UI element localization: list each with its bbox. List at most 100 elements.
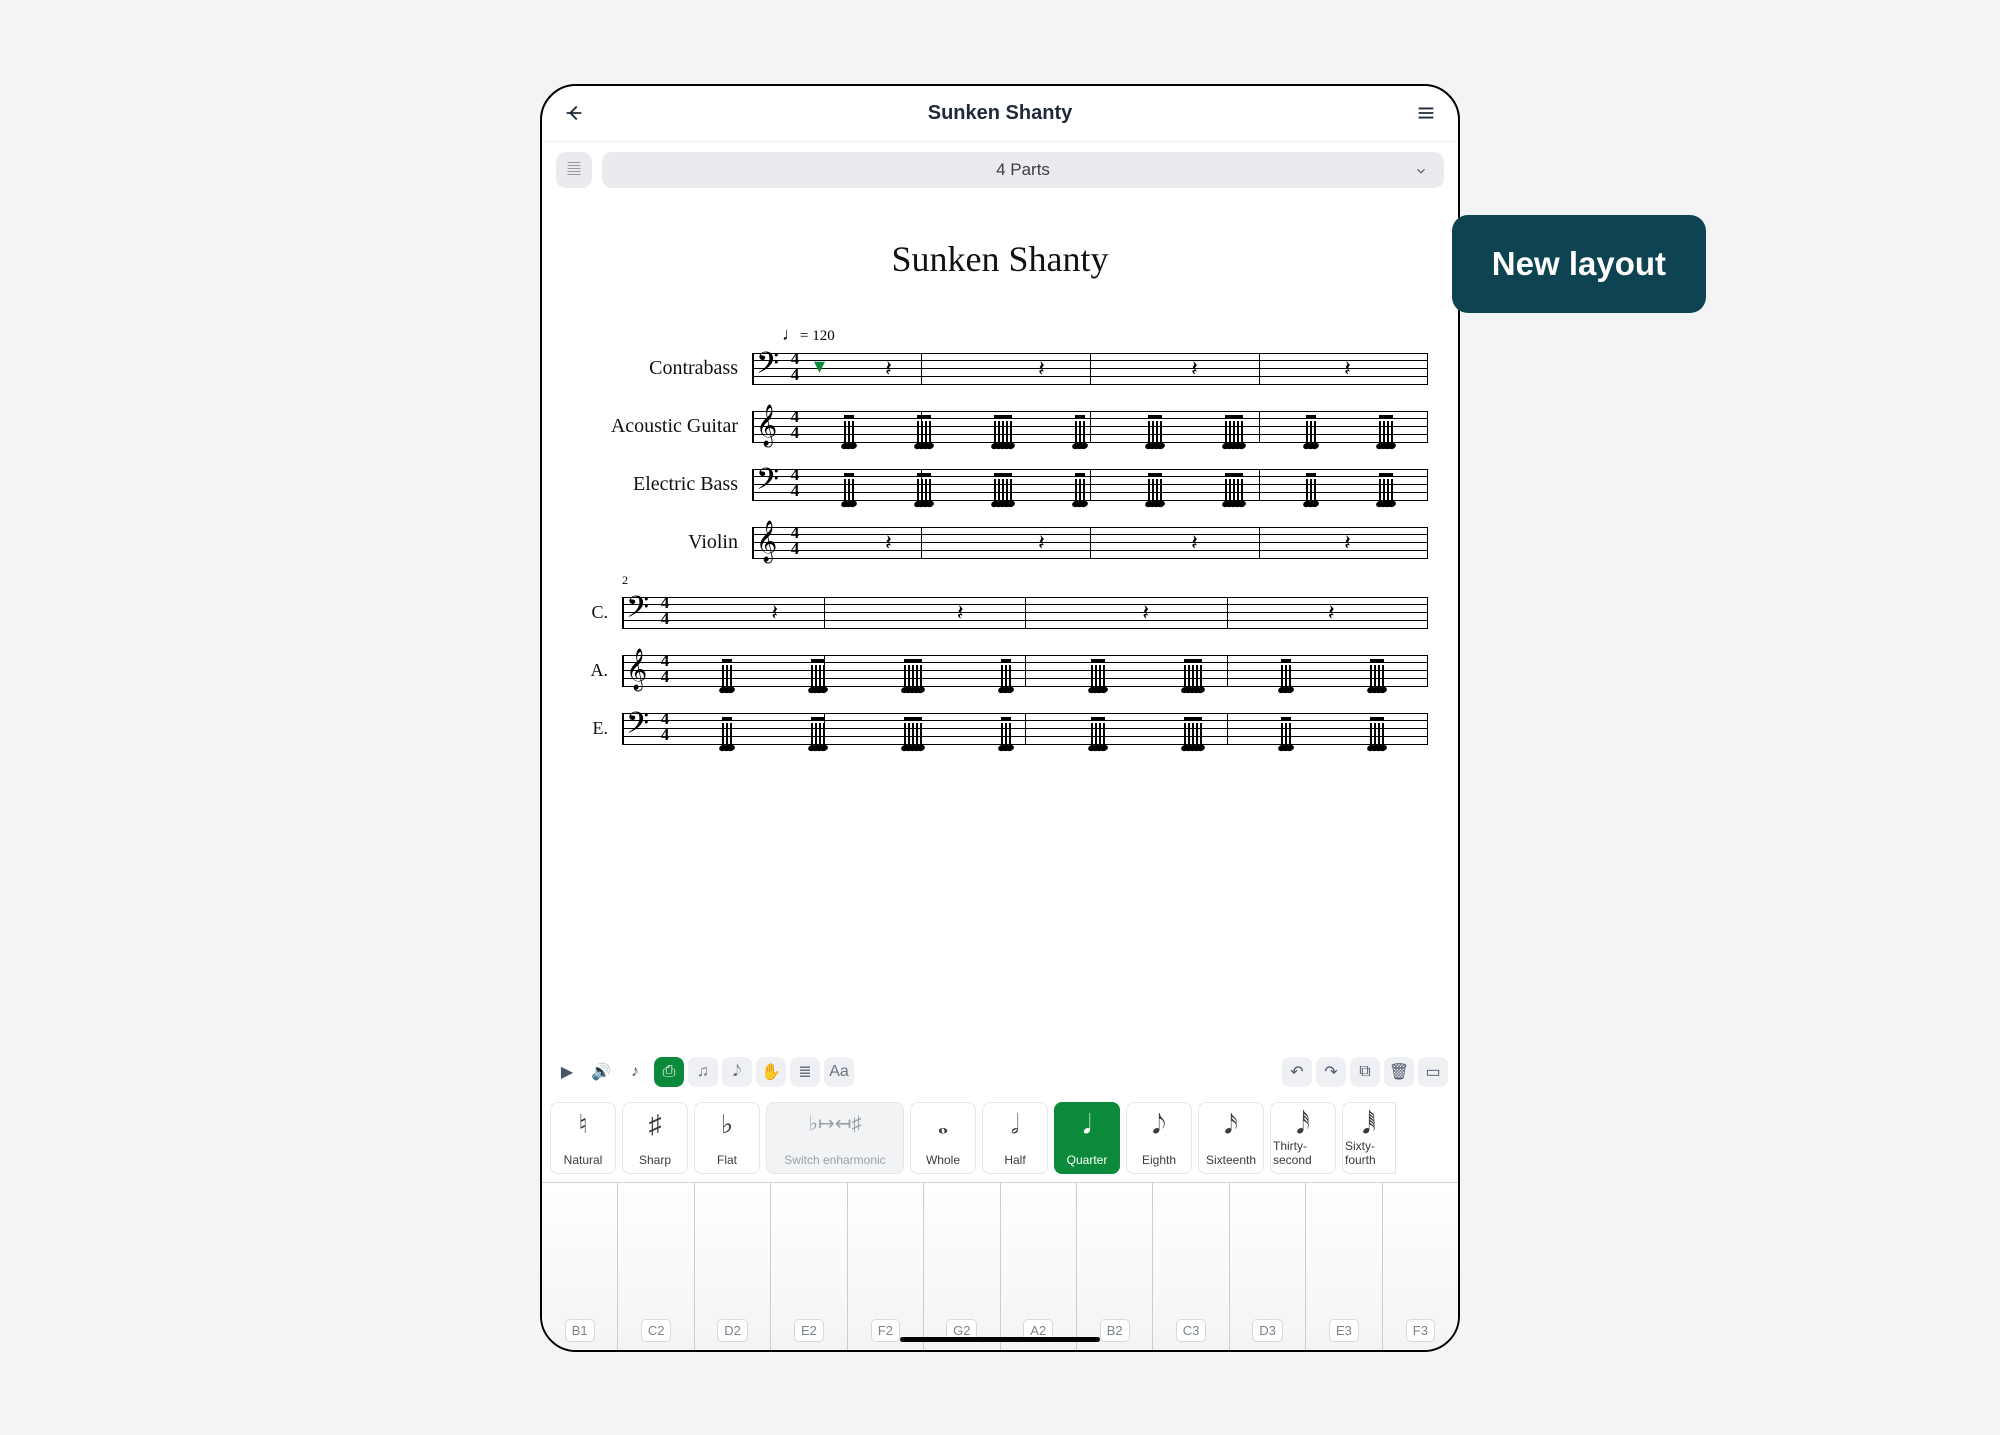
tie-icon: ♫ [697, 1063, 709, 1081]
white-key-E2[interactable]: E2 [771, 1183, 847, 1350]
white-key-C3[interactable]: C3 [1153, 1183, 1229, 1350]
palette-glyph-icon: 𝅘𝅥𝅮 [1152, 1109, 1166, 1139]
score-system-1: Contrabass44▾Acoustic Guitar44Electric B… [572, 347, 1428, 565]
palette-label: Whole [926, 1153, 960, 1167]
toolbar-right-group: ↶↷⧉🗑 ▭ [1282, 1057, 1448, 1087]
copy-button[interactable]: ⧉ [1350, 1057, 1380, 1087]
volume-icon: 🔊 [591, 1062, 611, 1082]
palette-label: Flat [717, 1153, 737, 1167]
undo-button[interactable]: ↶ [1282, 1057, 1312, 1087]
palette-sharp[interactable]: ♯Sharp [622, 1102, 688, 1174]
key-label: F3 [1406, 1319, 1435, 1342]
score-canvas[interactable]: Sunken Shanty ♩= 120 Contrabass44▾Acoust… [542, 198, 1458, 1048]
staff[interactable]: 44 [622, 649, 1428, 693]
palette-sixteenth[interactable]: 𝅘𝅥𝅯Sixteenth [1198, 1102, 1264, 1174]
volume-button[interactable]: 🔊 [586, 1057, 616, 1087]
white-key-B1[interactable]: B1 [542, 1183, 618, 1350]
text-icon: Aa [829, 1063, 849, 1081]
text-button[interactable]: Aa [824, 1057, 854, 1087]
bass-clef-icon [756, 461, 779, 505]
note-input-button[interactable]: ♪ [620, 1057, 650, 1087]
time-signature: 44 [788, 408, 802, 440]
hamburger-icon [1415, 102, 1437, 124]
rest-icon [682, 591, 1424, 635]
key-label: E2 [794, 1319, 824, 1342]
parts-selector[interactable]: 4 Parts [602, 152, 1444, 188]
bars-icon: 𝄚 [568, 161, 581, 179]
key-label: C2 [641, 1319, 672, 1342]
lines-icon: ≣ [798, 1062, 811, 1082]
measure-number: 2 [622, 573, 628, 588]
note-run [812, 463, 1424, 507]
palette-eighth[interactable]: 𝅘𝅥𝅮Eighth [1126, 1102, 1192, 1174]
white-key-F2[interactable]: F2 [848, 1183, 924, 1350]
piano-keyboard: B1 C2 D2 E2 F2 G2A2B2 C3 D3E3 F3 [542, 1182, 1458, 1350]
palette-label: Natural [564, 1153, 603, 1167]
white-key-D2[interactable]: D2 [695, 1183, 771, 1350]
staff[interactable]: 44 [752, 405, 1428, 449]
key-label: B1 [565, 1319, 595, 1342]
palette-half[interactable]: 𝅗𝅥 Half [982, 1102, 1048, 1174]
palette-sixty-fourth[interactable]: 𝅘𝅥𝅱Sixty-fourth [1342, 1102, 1396, 1174]
white-key-G2[interactable]: G2 [924, 1183, 1000, 1350]
white-key-A2[interactable]: A2 [1001, 1183, 1077, 1350]
palette-flat[interactable]: ♭ Flat [694, 1102, 760, 1174]
palette-whole[interactable]: 𝅝 Whole [910, 1102, 976, 1174]
dialog-button[interactable]: ⎙ [654, 1057, 684, 1087]
trash-button[interactable]: 🗑 [1384, 1057, 1414, 1087]
palette-glyph-icon: 𝅗𝅥 [1011, 1109, 1019, 1139]
palette-label: Sharp [639, 1153, 671, 1167]
palette-glyph-icon: 𝅘𝅥𝅯 [1224, 1109, 1238, 1139]
document-title: Sunken Shanty [928, 102, 1072, 125]
staff[interactable]: 44 [752, 463, 1428, 507]
time-signature: 44 [788, 466, 802, 498]
note-run [682, 707, 1424, 751]
palette-quarter[interactable]: 𝅘𝅥Quarter [1054, 1102, 1120, 1174]
view-mode-button[interactable]: 𝄚 [556, 152, 592, 188]
white-key-C2[interactable]: C2 [618, 1183, 694, 1350]
key-label: C3 [1176, 1319, 1207, 1342]
white-key-E3[interactable]: E3 [1306, 1183, 1382, 1350]
note-tool-button[interactable]: 𝅘𝅥𝅮 [722, 1057, 752, 1087]
time-signature: 44 [658, 594, 672, 626]
palette-switch-enharmonic[interactable]: ♭↦↤♯Switch enharmonic [766, 1102, 904, 1174]
staff[interactable]: 44 [752, 521, 1428, 565]
instrument-label: A. [572, 660, 614, 681]
tie-button[interactable]: ♫ [688, 1057, 718, 1087]
note-run [812, 405, 1424, 449]
white-key-D3[interactable]: D3 [1230, 1183, 1306, 1350]
menu-button[interactable] [1412, 99, 1440, 127]
arrow-left-icon [563, 102, 585, 124]
dialog-icon: ⎙ [663, 1063, 676, 1081]
hand-button[interactable]: ✋ [756, 1057, 786, 1087]
staff[interactable]: 44 [622, 707, 1428, 751]
instrument-label: E. [572, 718, 614, 739]
instrument-label: Contrabass [572, 357, 744, 380]
white-key-B2[interactable]: B2 [1077, 1183, 1153, 1350]
treble-clef-icon [756, 519, 777, 563]
palette-glyph-icon: 𝅝 [938, 1109, 948, 1139]
staff-row: Acoustic Guitar44 [572, 405, 1428, 449]
palette-label: Switch enharmonic [784, 1153, 885, 1167]
palette-glyph-icon: 𝅘𝅥 [1083, 1109, 1091, 1139]
help-button[interactable]: ▭ [1418, 1057, 1448, 1087]
back-button[interactable] [560, 99, 588, 127]
play-icon: ▶ [561, 1062, 573, 1082]
palette-label: Half [1004, 1153, 1025, 1167]
lines-button[interactable]: ≣ [790, 1057, 820, 1087]
time-signature: 44 [788, 350, 802, 382]
rest-icon [812, 347, 1424, 391]
help-icon: ▭ [1425, 1062, 1440, 1082]
white-key-F3[interactable]: F3 [1383, 1183, 1458, 1350]
edit-toolbar: ▶ 🔊 ♪ ⎙ ♫ 𝅘𝅥𝅮✋ ≣ Aa ↶↷⧉🗑 ▭ [542, 1048, 1458, 1096]
redo-button[interactable]: ↷ [1316, 1057, 1346, 1087]
palette-thirty-second[interactable]: 𝅘𝅥𝅰Thirty-second [1270, 1102, 1336, 1174]
staff[interactable]: 44▾ [752, 347, 1428, 391]
key-label: F2 [871, 1319, 900, 1342]
staff-row: C.244 [572, 591, 1428, 635]
staff[interactable]: 244 [622, 591, 1428, 635]
treble-clef-icon [626, 647, 647, 691]
palette-natural[interactable]: ♮Natural [550, 1102, 616, 1174]
palette-glyph-icon: ♭ [721, 1109, 733, 1139]
play-button[interactable]: ▶ [552, 1057, 582, 1087]
